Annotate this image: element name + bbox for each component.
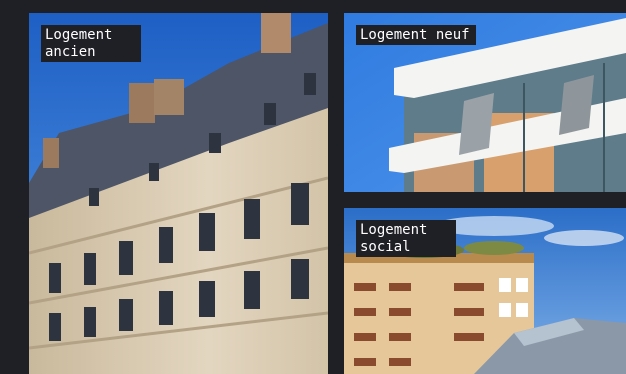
card-logement-neuf[interactable]: Logement neuf (344, 13, 626, 192)
card-label: Logement social (356, 220, 456, 257)
card-label: Logement neuf (356, 25, 476, 45)
card-label: Logement ancien (41, 25, 141, 62)
card-logement-social[interactable]: Logement social (344, 208, 626, 374)
haussmann-building-image (29, 13, 328, 374)
card-logement-ancien[interactable]: Logement ancien (29, 13, 328, 374)
